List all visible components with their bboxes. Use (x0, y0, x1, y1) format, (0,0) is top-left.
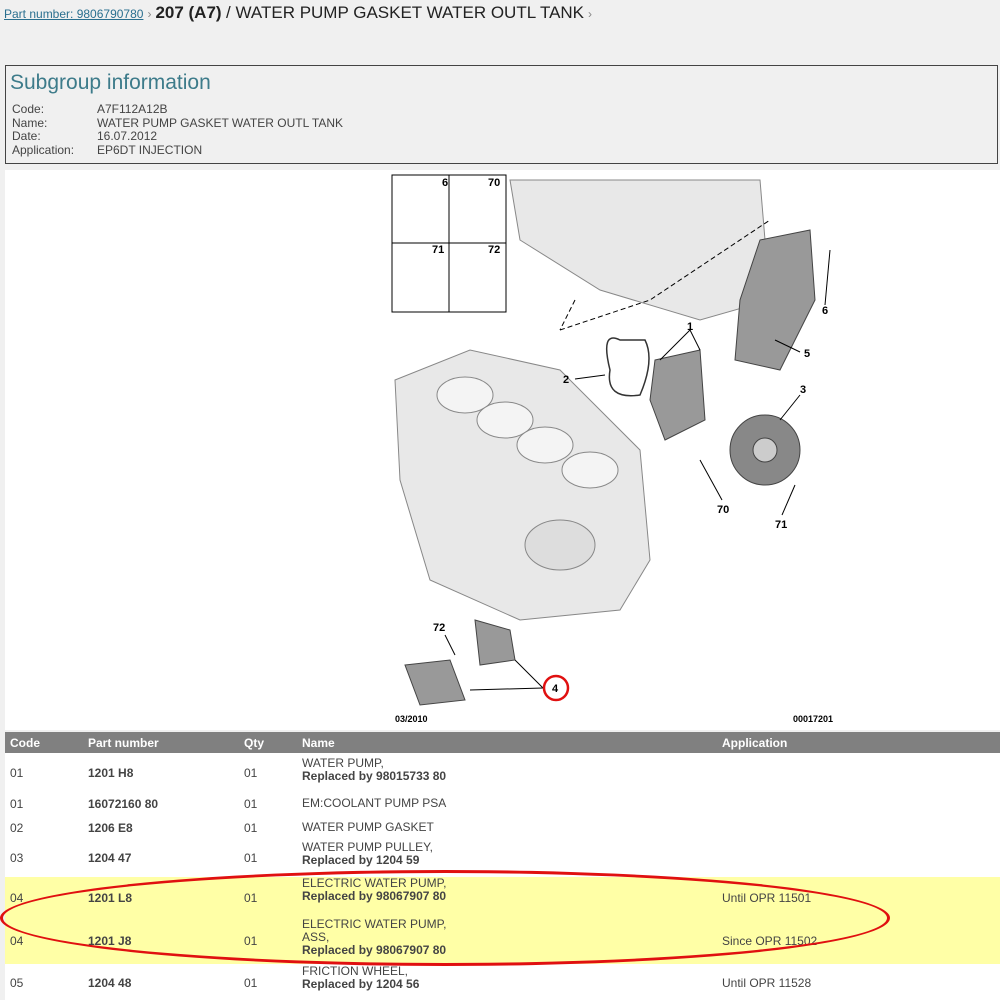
part-number-link[interactable]: Part number: 9806790780 (4, 7, 143, 21)
cell-code: 05 (10, 975, 24, 990)
table-header: Code Part number Qty Name Application (5, 732, 1000, 753)
table-row[interactable]: 02 1206 E8 01 WATER PUMP GASKET (5, 816, 1000, 840)
diagram-ref: 00017201 (793, 714, 833, 724)
cell-name: WATER PUMP GASKET (302, 820, 434, 834)
cell-part-number: 1201 J8 (88, 934, 132, 948)
table-row[interactable]: 03 1204 47 01 WATER PUMP PULLEY, Replaced by… (5, 841, 1000, 875)
col-application: Application (722, 736, 788, 750)
cell-part-number: 1206 E8 (88, 821, 133, 835)
cell-code: 02 (10, 821, 24, 835)
page-title: / WATER PUMP GASKET WATER OUTL TANK (226, 3, 585, 22)
field-label: Application: (12, 142, 75, 157)
model-label: 207 (A7) (155, 3, 222, 22)
cell-qty: 01 (244, 890, 258, 905)
callout-71[interactable]: 71 (775, 519, 787, 531)
cell-name: ELECTRIC WATER PUMP, ASS, (302, 917, 447, 944)
cell-qty: 01 (244, 821, 258, 835)
inset-label: 72 (488, 244, 500, 256)
cell-application: Since OPR 11502 (722, 934, 818, 948)
exploded-view-drawing: 6 70 71 72 1 2 3 4 5 6 70 71 72 03/2010 … (391, 174, 833, 724)
field-label: Date: (12, 129, 41, 143)
callout-1[interactable]: 1 (687, 321, 693, 333)
field-label: Code: (12, 102, 45, 116)
table-row[interactable]: 05 1204 48 01 FRICTION WHEEL, Replaced by 12… (5, 965, 1000, 1000)
table-row[interactable]: 01 1201 H8 01 WATER PUMP, Replaced by 980157… (5, 757, 1000, 789)
field-value: A7F112A12B (97, 102, 168, 116)
inset-label: 71 (432, 244, 444, 256)
cell-application: Until OPR 11528 (722, 975, 812, 990)
callout-5[interactable]: 5 (804, 348, 810, 360)
cell-qty: 01 (244, 766, 258, 780)
callout-6[interactable]: 6 (822, 305, 828, 317)
cell-code: 01 (10, 766, 24, 780)
table-row[interactable]: 04 1201 L8 01 ELECTRIC WATER PUMP, Replaced … (5, 877, 1000, 918)
cell-part-number: 1204 48 (88, 975, 132, 990)
col-name: Name (302, 736, 335, 750)
cell-replaced-by: Replaced by 98067907 80 (302, 889, 447, 903)
cell-qty: 01 (244, 851, 258, 865)
table-row[interactable]: 01 16072160 80 01 EM:COOLANT PUMP PSA (5, 792, 1000, 816)
cell-qty: 01 (244, 975, 258, 990)
subgroup-info-panel: Subgroup information Code: A7F112A12B Nam… (5, 65, 998, 164)
callout-3[interactable]: 3 (800, 384, 806, 396)
subgroup-heading: Subgroup information (10, 71, 211, 94)
cell-part-number: 1201 L8 (88, 890, 133, 905)
table-row[interactable]: 04 1201 J8 01 ELECTRIC WATER PUMP, ASS, Repl… (5, 918, 1000, 964)
callout-4[interactable]: 4 (552, 683, 559, 695)
cell-code: 04 (10, 934, 24, 948)
cell-code: 04 (10, 890, 24, 905)
cell-part-number: 1201 H8 (88, 766, 134, 780)
field-label: Name: (12, 115, 48, 130)
breadcrumb: Part number: 9806790780 › 207 (A7) / WATER… (4, 3, 596, 23)
cell-code: 03 (10, 851, 24, 865)
parts-diagram[interactable]: 6 70 71 72 1 2 3 4 5 6 70 71 72 03/2010 … (5, 170, 1000, 730)
cell-replaced-by: Replaced by 98067907 80 (302, 943, 447, 957)
callout-72[interactable]: 72 (433, 622, 445, 634)
cell-replaced-by: Replaced by 98015733 80 (302, 769, 447, 783)
cell-replaced-by: Replaced by 1204 59 (302, 853, 420, 867)
cell-qty: 01 (244, 797, 258, 811)
col-code: Code (10, 736, 40, 750)
cell-application: Until OPR 11501 (722, 890, 812, 905)
field-value: EP6DT INJECTION (97, 142, 203, 157)
inset-label: 6 (442, 177, 448, 189)
cell-name: EM:COOLANT PUMP PSA (302, 796, 447, 810)
diagram-date: 03/2010 (395, 714, 428, 724)
col-qty: Qty (244, 736, 265, 750)
cell-part-number: 1204 47 (88, 851, 132, 865)
cell-replaced-by: Replaced by 1204 56 (302, 977, 420, 991)
cell-code: 01 (10, 797, 24, 811)
breadcrumb-separator: › (147, 7, 152, 21)
callout-2[interactable]: 2 (563, 374, 569, 386)
field-value: 16.07.2012 (97, 129, 158, 143)
breadcrumb-separator: › (588, 7, 593, 21)
cell-part-number: 16072160 80 (88, 797, 159, 811)
callout-70[interactable]: 70 (717, 504, 729, 516)
subgroup-fields: Code: A7F112A12B Name: WATER PUMP GASKET W… (12, 102, 344, 157)
col-part-number: Part number (88, 736, 159, 750)
cell-qty: 01 (244, 934, 258, 948)
field-value: WATER PUMP GASKET WATER OUTL TANK (97, 115, 344, 130)
inset-label: 70 (488, 177, 500, 189)
